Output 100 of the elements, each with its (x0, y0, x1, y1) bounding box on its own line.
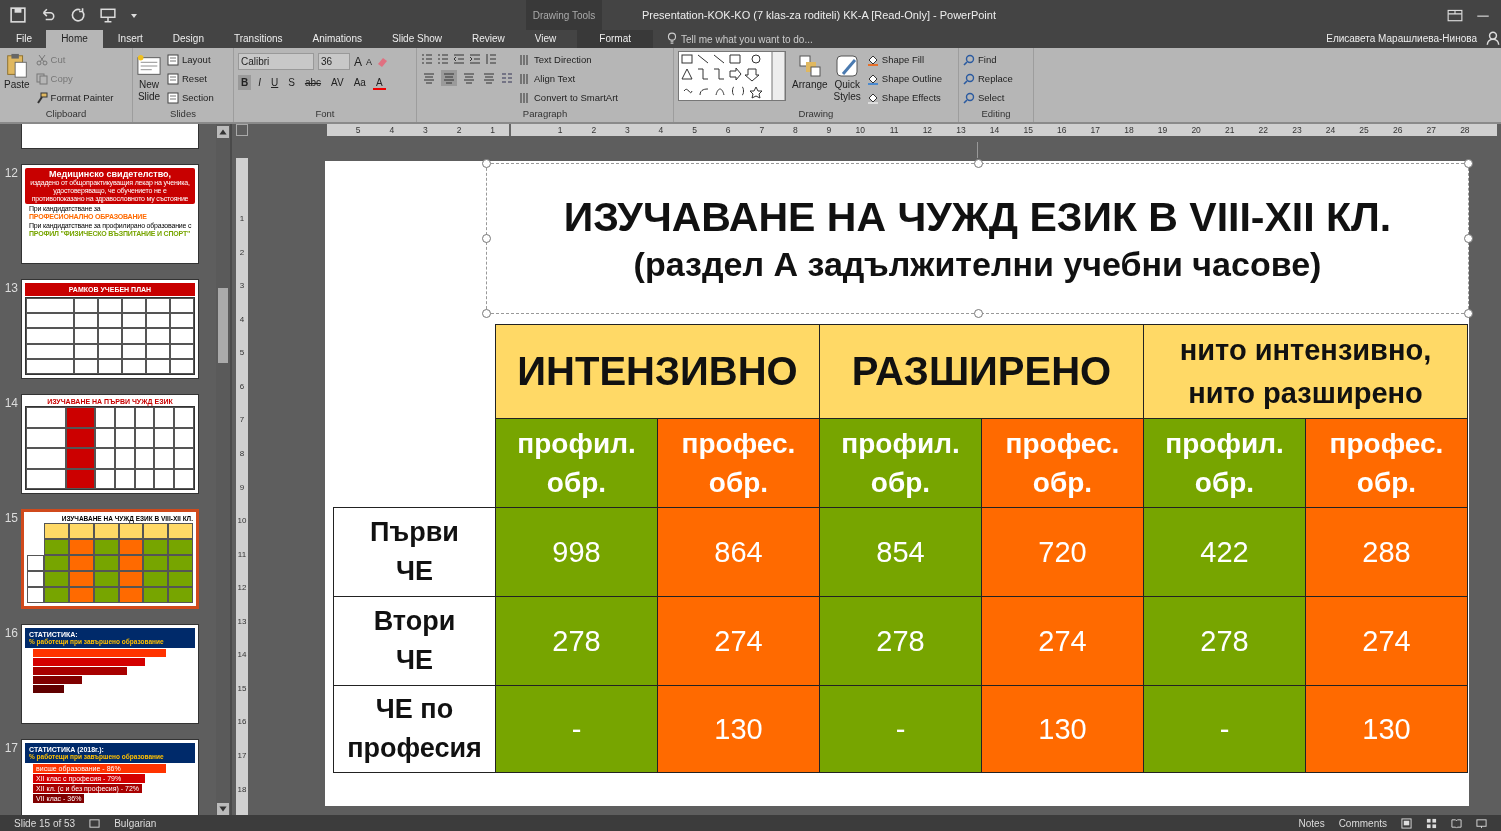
resize-handle[interactable] (482, 159, 491, 168)
slideshow-icon[interactable] (1476, 817, 1487, 829)
resize-handle[interactable] (1464, 234, 1473, 243)
scroll-thumb[interactable] (218, 288, 228, 363)
group-label: Editing (980, 108, 1012, 121)
format-button[interactable]: Aa (350, 75, 369, 90)
scrollbar[interactable] (216, 124, 230, 815)
indent-icon[interactable] (469, 53, 481, 65)
ribbon-tab[interactable]: Transitions (218, 30, 298, 48)
spelling-icon[interactable] (89, 817, 101, 829)
shape-fill-button[interactable]: Shape Fill (866, 51, 943, 68)
slide-subtitle: (раздел А задължителни учебни часове) (633, 244, 1322, 284)
table-cell: 288 (1305, 507, 1468, 597)
ribbon-tab[interactable]: View (519, 30, 572, 48)
select-button[interactable]: Select (963, 89, 1013, 106)
table-cell: 720 (981, 507, 1144, 597)
share-icon[interactable] (1485, 30, 1501, 46)
find-button[interactable]: Find (963, 51, 1013, 68)
notes-button[interactable]: Notes (1298, 817, 1325, 829)
arrange-button[interactable]: Arrange (792, 51, 828, 108)
outdent-icon[interactable] (453, 53, 465, 65)
ruler-number: 11 (888, 125, 899, 135)
table-cell: - (495, 685, 658, 773)
rotate-handle[interactable] (977, 142, 978, 158)
ruler-number: 18 (1123, 125, 1134, 135)
ribbon-tab[interactable]: Format (577, 30, 653, 48)
ribbon-tab[interactable]: Animations (297, 30, 377, 48)
ruler-number: 9 (825, 125, 832, 135)
normal-view-icon[interactable] (1401, 817, 1412, 829)
tell-me-field[interactable]: Tell me what you want to do... (681, 30, 851, 48)
reset-button[interactable]: Reset (167, 70, 214, 87)
resize-handle[interactable] (482, 234, 491, 243)
ruler-number: 13 (237, 616, 247, 628)
vertical-ruler[interactable]: 1 2 3 4 5 6 7 8 9 10 11 12 13 14 15 16 17 18 (236, 158, 248, 818)
table-cell: 130 (657, 685, 820, 773)
ribbon-tab[interactable]: Review (457, 30, 520, 48)
format-button[interactable]: B (238, 75, 252, 90)
ribbon-tab[interactable]: Design (157, 30, 219, 48)
slide-thumbnail[interactable] (21, 164, 199, 264)
layout-icon (167, 91, 179, 104)
ribbon-tab[interactable]: Home (46, 30, 103, 48)
font-size-dropdown[interactable]: 36 (318, 53, 350, 70)
format-button[interactable]: S (285, 75, 298, 90)
slide-sorter-icon[interactable] (1426, 817, 1437, 829)
resize-handle[interactable] (1464, 309, 1473, 318)
paste-button[interactable]: Paste (4, 51, 30, 108)
comments-button[interactable]: Comments (1338, 817, 1387, 829)
format-button[interactable]: A (372, 75, 386, 90)
save-icon[interactable] (10, 7, 26, 23)
grow-font-button[interactable]: A (354, 54, 362, 69)
section-button[interactable]: Section (167, 89, 214, 106)
resize-handle[interactable] (974, 159, 983, 168)
redo-icon[interactable] (70, 7, 86, 23)
format-painter-button[interactable]: Format Painter (35, 89, 114, 106)
ribbon-display-icon[interactable] (1447, 7, 1463, 23)
tab-stop-icon[interactable] (236, 124, 248, 136)
convert-to-smartart-button[interactable]: Convert to SmartArt (519, 89, 618, 106)
user-name[interactable]: Елисавета Марашлиева-Нинова (1318, 30, 1485, 48)
group-label: Drawing (797, 108, 835, 121)
new-slide-button[interactable]: New Slide (137, 51, 161, 108)
table-cell: 278 (1143, 596, 1306, 686)
presentation-icon[interactable] (100, 7, 116, 23)
format-button[interactable]: AV (328, 75, 347, 90)
layout-button[interactable]: Layout (167, 51, 214, 68)
reading-view-icon[interactable] (1451, 817, 1462, 829)
format-button[interactable]: I (255, 75, 264, 90)
ribbon-tab[interactable]: Slide Show (377, 30, 457, 48)
format-button[interactable]: abc (301, 75, 325, 90)
replace-button[interactable]: Replace (963, 70, 1013, 87)
shape-effects-button[interactable]: Shape Effects (866, 89, 943, 106)
quick-styles-button[interactable]: Quick Styles (833, 51, 861, 108)
customize-icon[interactable] (130, 11, 138, 19)
format-button[interactable]: U (268, 75, 282, 90)
text-direction-button[interactable]: Text Direction (519, 51, 618, 68)
search-icon (963, 91, 975, 104)
shape-outline-button[interactable]: Shape Outline (866, 70, 943, 87)
scroll-down-icon[interactable] (217, 803, 229, 815)
shapes-gallery[interactable] (678, 51, 786, 101)
ruler-number: 7 (758, 125, 765, 135)
ruler-number: 15 (1022, 125, 1033, 135)
column-header: профес. обр. (981, 418, 1144, 508)
ruler-number: 18 (237, 784, 247, 796)
ruler-number: 1 (556, 125, 563, 135)
align-text-button[interactable]: Align Text (519, 70, 618, 87)
ruler-number: 7 (239, 415, 245, 427)
ribbon-tab[interactable]: Insert (102, 30, 158, 48)
resize-handle[interactable] (482, 309, 491, 318)
resize-handle[interactable] (1464, 159, 1473, 168)
font-name-dropdown[interactable]: Calibri (238, 53, 314, 70)
shrink-font-button[interactable]: A (366, 56, 373, 67)
ruler-number: 2 (590, 125, 597, 135)
language-label[interactable]: Bulgarian (114, 817, 157, 829)
scroll-up-icon[interactable] (217, 126, 229, 138)
ruler-number: 5 (691, 125, 697, 135)
slide-counter: Slide 15 of 53 (14, 817, 76, 829)
file-tab[interactable]: File (2, 30, 47, 48)
undo-icon[interactable] (40, 7, 56, 23)
resize-handle[interactable] (974, 309, 983, 318)
horizontal-ruler[interactable]: 5 4 3 2 1 1 2 3 4 5 6 7 8 9 10 11 12 13 14 15 16 17 18 19 20 21 22 23 24 25 26 27 28 (327, 124, 1497, 136)
ruler-number: 16 (237, 717, 247, 729)
